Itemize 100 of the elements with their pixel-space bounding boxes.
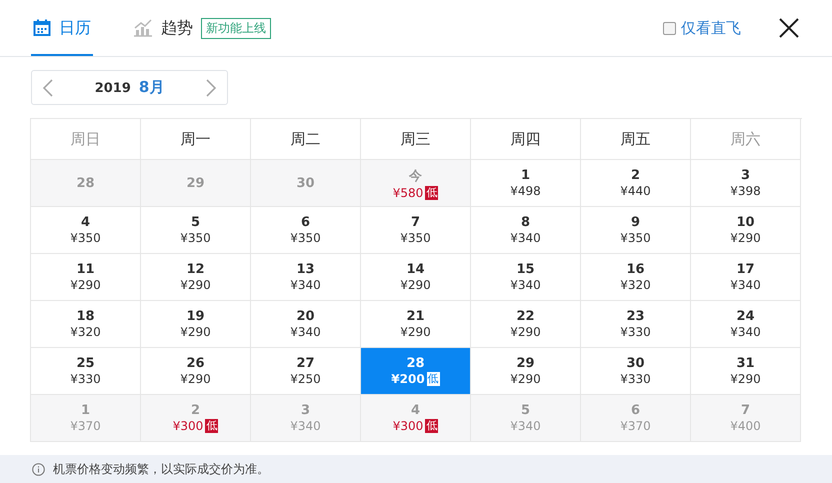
- day-number: 24: [736, 309, 755, 324]
- price: ¥300: [392, 419, 424, 433]
- date-cell[interactable]: 24 ¥340: [691, 301, 801, 348]
- date-cell[interactable]: 4 ¥300 低: [361, 395, 471, 442]
- date-cell[interactable]: 10 ¥290: [691, 207, 801, 254]
- price: ¥398: [730, 184, 761, 198]
- bar-chart-icon: [133, 19, 153, 37]
- previous-icon[interactable]: [42, 78, 54, 96]
- date-cell[interactable]: 20 ¥340: [251, 301, 361, 348]
- date-cell[interactable]: 18 ¥320: [31, 301, 141, 348]
- price: ¥330: [620, 325, 651, 339]
- price: ¥340: [510, 278, 541, 292]
- price: ¥350: [180, 231, 211, 245]
- date-cell[interactable]: 28 ¥200 低: [361, 348, 471, 395]
- year-label: 2019: [94, 81, 131, 96]
- price: ¥370: [70, 419, 101, 433]
- day-number: 9: [630, 215, 640, 230]
- price: ¥300: [172, 419, 204, 433]
- weekday-header: 周六: [691, 119, 801, 160]
- day-number: 29: [186, 176, 205, 190]
- price: ¥340: [290, 325, 321, 339]
- day-number: 3: [300, 403, 310, 418]
- day-number: 11: [76, 262, 95, 277]
- price: ¥290: [180, 325, 211, 339]
- day-number: 6: [300, 215, 310, 230]
- price: ¥290: [730, 231, 761, 245]
- date-cell[interactable]: 今 ¥580 低: [361, 160, 471, 207]
- date-cell[interactable]: 22 ¥290: [471, 301, 581, 348]
- price: ¥290: [180, 372, 211, 386]
- next-icon[interactable]: [205, 78, 217, 96]
- day-number: 10: [736, 215, 755, 230]
- day-number: 30: [626, 356, 645, 371]
- day-number: 19: [186, 309, 205, 324]
- price: ¥340: [290, 419, 321, 433]
- date-cell[interactable]: 1 ¥498: [471, 160, 581, 207]
- tab[interactable]: 日历: [31, 0, 93, 56]
- price: ¥350: [400, 231, 431, 245]
- date-cell[interactable]: 13 ¥340: [251, 254, 361, 301]
- date-cell[interactable]: 15 ¥340: [471, 254, 581, 301]
- day-number: 28: [76, 176, 95, 190]
- date-cell[interactable]: 4 ¥350: [31, 207, 141, 254]
- date-cell[interactable]: 17 ¥340: [691, 254, 801, 301]
- price: ¥290: [730, 372, 761, 386]
- day-number: 12: [186, 262, 205, 277]
- day-number: 2: [190, 403, 200, 418]
- day-number: 2: [630, 168, 640, 183]
- price: ¥370: [620, 419, 651, 433]
- day-number: 15: [516, 262, 535, 277]
- calendar-icon: [33, 19, 51, 37]
- date-cell[interactable]: 12 ¥290: [141, 254, 251, 301]
- weekday-header: 周五: [581, 119, 691, 160]
- day-number: 20: [296, 309, 315, 324]
- price: ¥200: [391, 372, 425, 386]
- price: ¥340: [730, 278, 761, 292]
- price: ¥498: [510, 184, 541, 198]
- date-cell[interactable]: 14 ¥290: [361, 254, 471, 301]
- day-number: 16: [626, 262, 645, 277]
- date-cell[interactable]: 2 ¥440: [581, 160, 691, 207]
- date-cell[interactable]: 3 ¥398: [691, 160, 801, 207]
- date-cell[interactable]: 11 ¥290: [31, 254, 141, 301]
- month-label: 8月: [138, 78, 164, 97]
- day-number: 6: [630, 403, 640, 418]
- price: ¥250: [290, 372, 321, 386]
- day-number: 26: [186, 356, 205, 371]
- price: ¥290: [70, 278, 101, 292]
- day-number: 13: [296, 262, 315, 277]
- day-number: 30: [296, 176, 315, 190]
- price: ¥350: [290, 231, 321, 245]
- date-cell[interactable]: 23 ¥330: [581, 301, 691, 348]
- day-number: 31: [736, 356, 755, 371]
- date-cell[interactable]: 8 ¥340: [471, 207, 581, 254]
- new-feature-badge: 新功能上线: [201, 18, 271, 38]
- day-number: 23: [626, 309, 645, 324]
- price: ¥290: [180, 278, 211, 292]
- price: ¥340: [290, 278, 321, 292]
- day-number: 5: [520, 403, 530, 418]
- lowest-badge: 低: [425, 186, 438, 200]
- day-number: 1: [520, 168, 530, 183]
- day-number: 21: [406, 309, 425, 324]
- date-cell[interactable]: 19 ¥290: [141, 301, 251, 348]
- price: ¥290: [510, 372, 541, 386]
- direct-only-checkbox[interactable]: 仅看直飞: [663, 18, 741, 38]
- date-cell[interactable]: 5 ¥350: [141, 207, 251, 254]
- date-cell[interactable]: 9 ¥350: [581, 207, 691, 254]
- price: ¥340: [730, 325, 761, 339]
- day-number: 7: [740, 403, 750, 418]
- close-icon[interactable]: [779, 18, 799, 38]
- tab[interactable]: 趋势: [131, 0, 195, 56]
- info-icon: [32, 462, 45, 476]
- day-number: 22: [516, 309, 535, 324]
- date-cell[interactable]: 16 ¥320: [581, 254, 691, 301]
- date-cell[interactable]: 6 ¥350: [251, 207, 361, 254]
- date-cell[interactable]: 2 ¥300 低: [141, 395, 251, 442]
- date-cell[interactable]: 7 ¥350: [361, 207, 471, 254]
- day-number: 29: [516, 356, 535, 371]
- price: ¥330: [70, 372, 101, 386]
- day-number: 27: [296, 356, 315, 371]
- price: ¥440: [620, 184, 651, 198]
- price: ¥340: [510, 419, 541, 433]
- day-number: 17: [736, 262, 755, 277]
